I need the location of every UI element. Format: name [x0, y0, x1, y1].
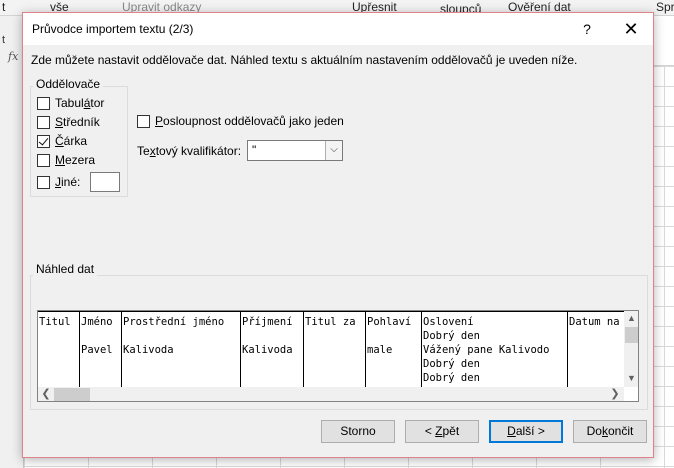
preview-cell: Titul za [305, 316, 356, 328]
space-label: Mezera [55, 153, 96, 167]
semicolon-label: Středník [55, 115, 100, 129]
preview-cell [123, 357, 240, 371]
preview-cell: Jméno [81, 316, 113, 328]
preview-cell: Pavel [81, 344, 113, 356]
preview-cell [367, 357, 421, 371]
dialog-title: Průvodce importem textu (2/3) [32, 22, 194, 36]
preview-cell: Příjmení [242, 316, 293, 328]
preview-column[interactable]: Příjmení Kalivoda [241, 311, 304, 387]
preview-cell [367, 329, 421, 343]
preview-cell: Vážený pane Kalivodo [423, 344, 550, 356]
preview-table: Titul Jméno Pavel Prostřední jméno Kalivoda P… [38, 311, 638, 387]
other-checkbox[interactable]: Jiné: [37, 174, 80, 190]
other-checkbox-box[interactable] [37, 175, 50, 189]
preview-legend: Náhled dat [33, 262, 98, 276]
tab-checkbox[interactable]: Tabulátor [37, 95, 104, 111]
preview-cell: Kalivoda [123, 344, 174, 356]
preview-cell: Pohlaví [367, 316, 412, 328]
horizontal-scroll-thumb[interactable] [54, 388, 90, 401]
scroll-right-icon[interactable]: ❯ [608, 387, 622, 401]
intro-text: Zde můžete nastavit oddělovače dat. Náhl… [31, 53, 578, 67]
vertical-scroll-thumb[interactable] [625, 327, 638, 343]
consecutive-checkbox-box[interactable] [137, 114, 150, 128]
preview-cell [39, 371, 79, 385]
preview-cell: Dobrý den [423, 330, 480, 342]
ribbon-manage[interactable]: Spr [656, 0, 674, 14]
preview-cell [123, 329, 240, 343]
preview-column[interactable]: Prostřední jméno Kalivoda [122, 311, 241, 387]
back-button[interactable]: < Zpět [405, 420, 479, 443]
preview-column[interactable]: Pohlaví male [366, 311, 422, 387]
ribbon-fragment: t [2, 0, 6, 14]
preview-column[interactable]: Titul [38, 311, 80, 387]
preview-cell [81, 357, 121, 371]
dialog-titlebar[interactable]: Průvodce importem textu (2/3) ? ✕ [23, 13, 653, 45]
preview-cell [305, 371, 365, 385]
consecutive-checkbox[interactable]: Posloupnost oddělovačů jako jeden [137, 113, 344, 129]
data-preview[interactable]: Titul Jméno Pavel Prostřední jméno Kalivoda P… [37, 310, 639, 402]
preview-cell [81, 329, 121, 343]
preview-cell: male [367, 344, 393, 356]
scroll-left-icon[interactable]: ❮ [39, 387, 53, 401]
space-checkbox-box[interactable] [37, 153, 50, 167]
consecutive-label: Posloupnost oddělovačů jako jeden [155, 114, 344, 128]
delimiters-legend: Oddělovače [33, 77, 104, 91]
space-checkbox[interactable]: Mezera [37, 152, 95, 168]
fx-icon[interactable]: fx [8, 50, 18, 63]
scroll-down-icon[interactable]: ▼ [624, 371, 638, 385]
preview-cell [367, 371, 421, 385]
preview-cell [305, 357, 365, 371]
chevron-down-icon[interactable]: ⌵ [325, 141, 342, 160]
preview-cell [305, 329, 365, 343]
preview-column[interactable]: Jméno Pavel [80, 311, 122, 387]
semicolon-checkbox[interactable]: Středník [37, 114, 100, 130]
preview-cell [242, 329, 303, 343]
comma-label: Čárka [55, 134, 88, 148]
preview-cell [39, 357, 79, 371]
other-delimiter-input[interactable] [90, 172, 120, 192]
preview-cell: Prostřední jméno [123, 316, 225, 328]
preview-cell [305, 343, 365, 357]
preview-cell [123, 371, 240, 385]
finish-button[interactable]: Dokončit [573, 420, 647, 443]
preview-cell [242, 357, 303, 371]
preview-cell: Oslovení [423, 316, 474, 328]
other-label: Jiné: [55, 175, 81, 189]
preview-cell: Titul [39, 316, 71, 328]
semicolon-checkbox-box[interactable] [37, 115, 50, 129]
tab-checkbox-box[interactable] [37, 96, 50, 110]
text-qualifier-select[interactable]: " ⌵ [247, 140, 343, 161]
row-header-strip: t [0, 16, 24, 468]
preview-cell [39, 343, 79, 357]
scroll-up-icon[interactable]: ▲ [624, 311, 638, 325]
text-qualifier-label: Textový kvalifikátor: [137, 144, 242, 158]
cancel-button[interactable]: Storno [321, 420, 395, 443]
preview-vertical-scrollbar[interactable]: ▲ ▼ [624, 311, 638, 387]
help-button[interactable]: ? [573, 17, 601, 41]
preview-column[interactable]: Titul za [304, 311, 366, 387]
preview-cell: Kalivoda [242, 344, 293, 356]
close-button[interactable]: ✕ [617, 17, 645, 41]
strip-label: t [2, 34, 6, 46]
preview-cell [39, 329, 79, 343]
preview-cell [242, 371, 303, 385]
next-button[interactable]: Další > [489, 420, 563, 443]
comma-checkbox[interactable]: Čárka [37, 133, 87, 149]
tab-label: Tabulátor [55, 96, 105, 110]
preview-cell: Dobrý den [423, 372, 480, 384]
preview-cell: Dobrý den [423, 358, 480, 370]
text-qualifier-value: " [252, 143, 257, 157]
preview-horizontal-scrollbar[interactable]: ❮ ❯ [38, 387, 624, 401]
preview-column[interactable]: Oslovení Dobrý den Vážený pane Kalivodo Dob… [422, 311, 568, 387]
comma-checkbox-box[interactable] [37, 134, 50, 148]
preview-cell [81, 371, 121, 385]
text-import-wizard-dialog: Průvodce importem textu (2/3) ? ✕ Zde mů… [22, 12, 654, 458]
